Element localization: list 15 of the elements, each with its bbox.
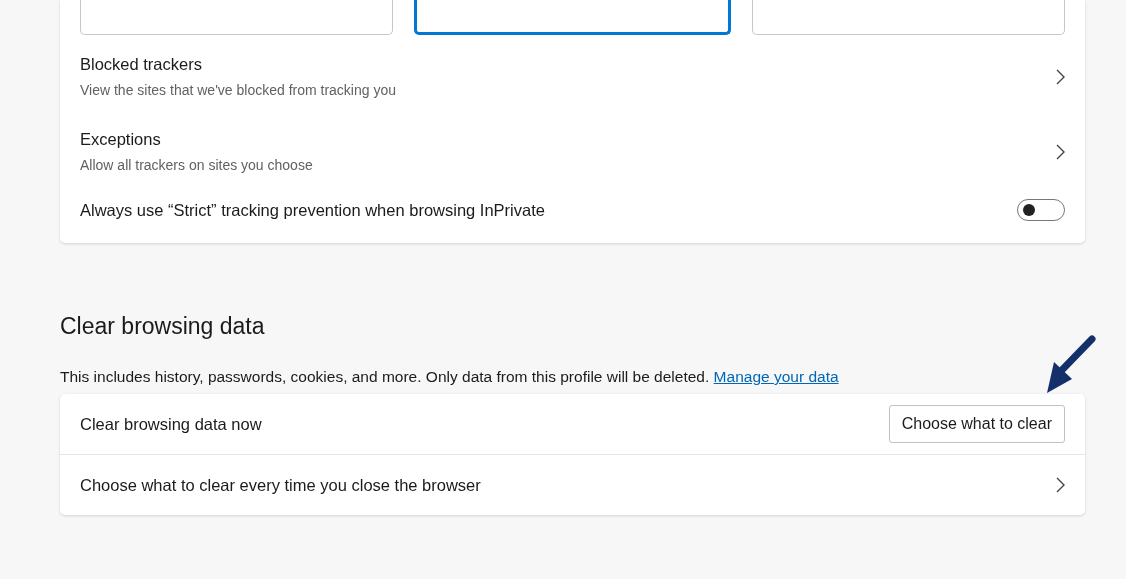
manage-data-link[interactable]: Manage your data [713,368,839,385]
setting-description: View the sites that we've blocked from tracking you [80,82,396,98]
setting-title: Blocked trackers [80,55,203,74]
setting-title: Exceptions [80,130,162,149]
choose-clear-button[interactable]: Choose what to clear [888,405,1065,443]
setting-description: Allow all trackers on sites you choose [80,157,313,173]
setting-title: Choose what to clear every time you close the browser [80,475,481,495]
chevron-right-icon [1055,68,1065,85]
section-description: This includes history, passwords, cookies, and more. Only data from this profile will be deleted. Manage your data [60,368,840,386]
setting-title: Clear browsing data now [80,414,262,434]
chevron-right-icon [1055,477,1065,493]
chevron-right-icon [1055,143,1065,160]
option-card[interactable] [414,0,731,35]
setting-title: Always use “Strict” tracking prevention when browsing InPrivate [80,200,545,220]
section-heading: Clear browsing data [60,313,266,340]
